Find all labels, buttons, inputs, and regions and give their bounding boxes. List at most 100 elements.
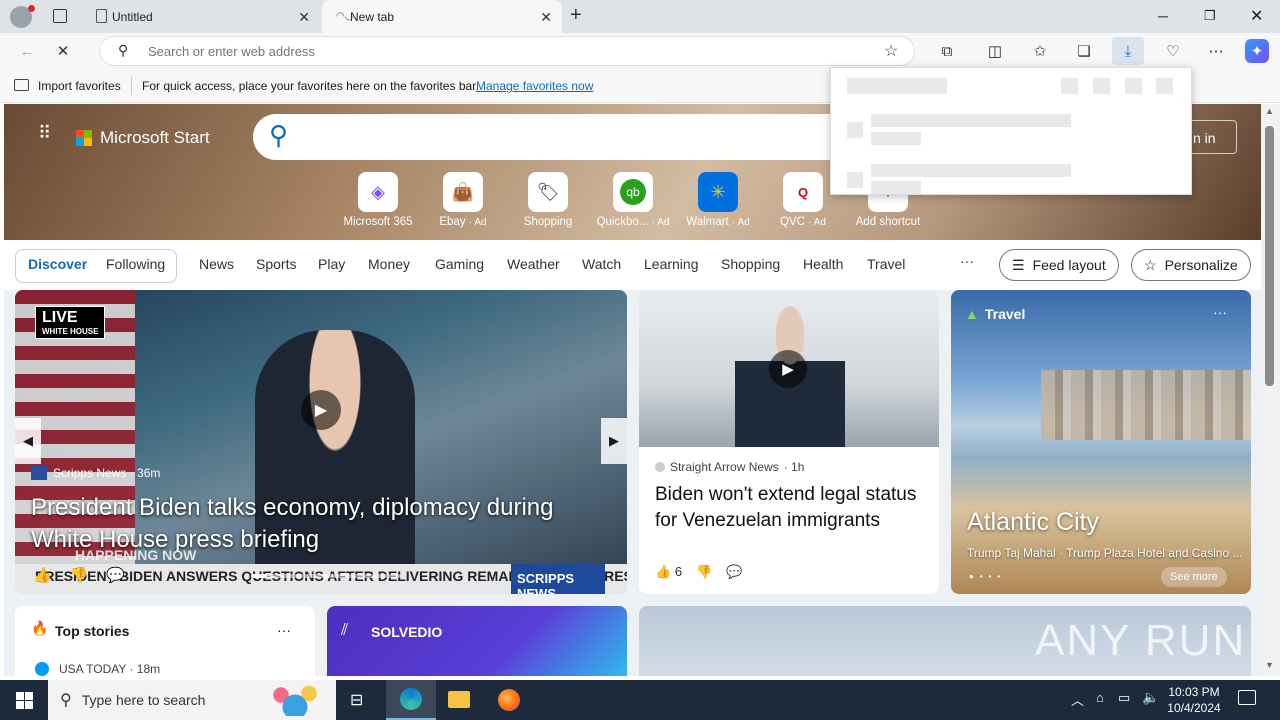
clock[interactable]: 10:03 PM 10/4/2024 (1164, 684, 1224, 716)
more-options-icon[interactable]: ··· (1213, 304, 1227, 320)
play-video-button[interactable]: ▶ (769, 350, 807, 388)
taskbar-search-box[interactable]: ⚲ Type here to search (48, 680, 336, 720)
more-categories-button[interactable]: ··· (960, 253, 974, 269)
scripps-logo-icon (31, 466, 47, 480)
search-highlight-image (260, 686, 330, 716)
tab-news[interactable]: News (199, 256, 234, 272)
restore-button[interactable]: ❐ (1204, 8, 1216, 24)
tab-gaming[interactable]: Gaming (435, 256, 484, 272)
carousel-next-button[interactable]: ▶ (601, 418, 627, 464)
solvedio-label: SOLVEDIO (371, 624, 443, 640)
hero-news-card[interactable]: LIVE WHITE HOUSE ▶ ◀ ▶ Scripps News · 36… (15, 290, 627, 594)
loading-placeholder (871, 132, 921, 145)
tab-new-tab[interactable]: ◠◡ New tab ✕ (322, 0, 562, 33)
scroll-thumb[interactable] (1265, 126, 1274, 386)
headline[interactable]: Biden won't extend legal status for Vene… (655, 482, 925, 534)
network-status-icon[interactable]: ⌂ (1096, 690, 1104, 705)
more-options-icon[interactable]: ··· (277, 622, 291, 638)
notifications-icon[interactable] (1238, 690, 1256, 705)
collections-icon[interactable]: ❏ (1071, 39, 1097, 63)
vertical-scrollbar[interactable]: ▲ ▼ (1261, 104, 1280, 676)
minimize-button[interactable]: ─ (1158, 8, 1168, 24)
tab-untitled[interactable]: Untitled ✕ (84, 0, 320, 33)
settings-more-icon[interactable]: ⋯ (1203, 39, 1229, 63)
personalize-button[interactable]: ☆ Personalize (1131, 249, 1251, 281)
task-view-icon[interactable]: ⊟ (350, 690, 363, 710)
stop-icon[interactable]: ✕ (50, 39, 76, 63)
news-card[interactable]: ▶ Straight Arrow News · 1h Biden won't e… (639, 290, 939, 594)
search-icon: ⚲ (118, 42, 129, 58)
favorites-icon[interactable]: ✩ (1027, 39, 1053, 63)
downloads-icon[interactable]: ⤓ (1112, 37, 1144, 65)
loading-placeholder (1125, 78, 1142, 94)
loading-placeholder (847, 78, 947, 94)
extensions-icon[interactable]: ⧉ (934, 39, 960, 63)
address-bar[interactable]: ⚲ ☆ (100, 37, 914, 65)
windows-logo-icon (15, 691, 33, 709)
shortcut-shopping[interactable]: 🏷 Shopping (508, 172, 588, 228)
skyline-image (1041, 370, 1251, 440)
manage-favorites-link[interactable]: Manage favorites now (476, 79, 593, 93)
tab-shopping[interactable]: Shopping (721, 256, 780, 272)
carousel-dots: ●••• (969, 572, 1007, 581)
dislike-icon[interactable]: 👎 (696, 564, 712, 580)
browser-essentials-icon[interactable]: ♡ (1160, 39, 1186, 63)
edge-taskbar-icon[interactable] (386, 680, 436, 720)
close-window-button[interactable]: ✕ (1250, 6, 1263, 26)
close-tab-icon[interactable]: ✕ (540, 9, 552, 26)
firefox-icon[interactable] (498, 689, 520, 711)
shortcut-ebay[interactable]: 👜 Ebay · Ad (423, 172, 503, 228)
copilot-icon[interactable]: ✦ (1245, 39, 1269, 63)
tab-travel[interactable]: Travel (867, 256, 905, 272)
tab-discover[interactable]: Discover (28, 256, 87, 272)
tab-health[interactable]: Health (803, 256, 843, 272)
carousel-prev-button[interactable]: ◀ (15, 418, 41, 464)
shortcut-microsoft-365[interactable]: ◈ Microsoft 365 (338, 172, 418, 228)
search-icon: ⚲ (60, 692, 72, 709)
dislike-icon[interactable]: 👎 (70, 566, 89, 584)
tab-watch[interactable]: Watch (582, 256, 621, 272)
tab-play[interactable]: Play (318, 256, 345, 272)
shortcut-walmart[interactable]: ✳ Walmart · Ad (678, 172, 758, 228)
comment-icon[interactable]: 💬 (106, 566, 125, 584)
brand[interactable]: Microsoft Start (76, 128, 210, 148)
tab-learning[interactable]: Learning (644, 256, 699, 272)
close-tab-icon[interactable]: ✕ (298, 9, 310, 26)
destination-title[interactable]: Atlantic City (967, 508, 1099, 537)
tab-title: New tab (350, 9, 395, 24)
tab-weather[interactable]: Weather (507, 256, 560, 272)
scroll-up-icon[interactable]: ▲ (1265, 106, 1274, 116)
wired-network-icon[interactable]: ▭ (1118, 690, 1130, 706)
address-input[interactable] (148, 42, 848, 60)
see-more-button[interactable]: See more (1161, 567, 1227, 587)
play-video-button[interactable]: ▶ (301, 390, 341, 430)
start-button[interactable] (0, 680, 48, 720)
profile-badge (28, 5, 35, 12)
feed-layout-button[interactable]: ☰ Feed layout (999, 249, 1119, 281)
apps-launcher-icon[interactable]: ⠿ (38, 124, 58, 148)
tab-actions-icon[interactable] (53, 9, 67, 23)
travel-card[interactable]: ▲ Travel ··· Atlantic City Trump Taj Mah… (951, 290, 1251, 594)
like-icon[interactable]: 👍 (33, 566, 52, 584)
taskbar-search-placeholder: Type here to search (81, 692, 206, 708)
comment-icon[interactable]: 💬 (726, 564, 742, 580)
back-icon[interactable]: ← (14, 39, 40, 63)
tab-sports[interactable]: Sports (256, 256, 296, 272)
like-icon[interactable]: 👍 6 (655, 564, 682, 580)
favorite-star-icon[interactable]: ☆ (884, 41, 898, 61)
usa-today-logo-icon (35, 662, 49, 676)
file-explorer-icon[interactable] (448, 691, 470, 708)
reaction-bar: 👍 👎 💬 (33, 566, 125, 584)
split-screen-icon[interactable]: ◫ (982, 39, 1008, 63)
new-tab-button[interactable]: + (570, 4, 582, 27)
scroll-down-icon[interactable]: ▼ (1265, 660, 1274, 670)
tab-money[interactable]: Money (368, 256, 410, 272)
tab-following[interactable]: Following (106, 256, 165, 272)
solvedio-ad-card[interactable]: ⫽ SOLVEDIO (327, 606, 627, 676)
shortcut-quickbooks[interactable]: qb Quickbo... · Ad (593, 172, 673, 228)
sliders-icon: ☰ (1012, 256, 1025, 273)
import-favorites-button[interactable]: Import favorites (38, 79, 121, 93)
show-hidden-icons[interactable]: ︿ (1071, 690, 1084, 709)
large-news-card[interactable]: ANY RUN (639, 606, 1251, 676)
volume-icon[interactable]: 🔈 (1142, 689, 1159, 706)
